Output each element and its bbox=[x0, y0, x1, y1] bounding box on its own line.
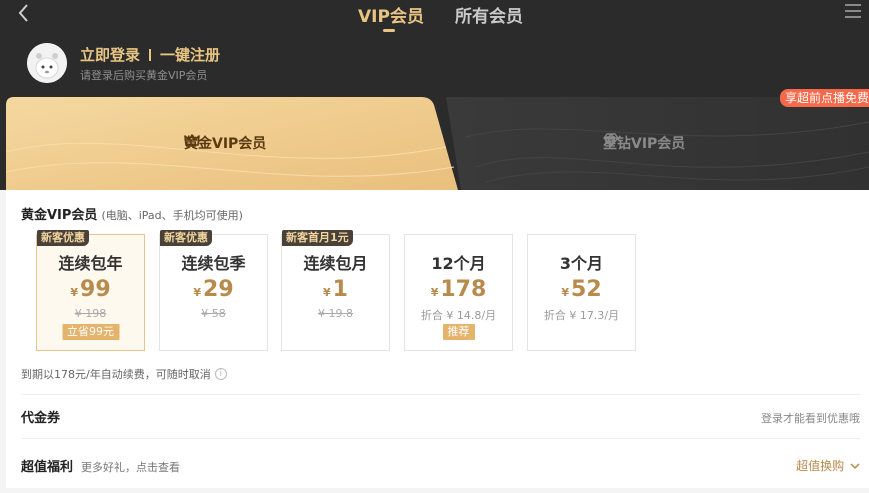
package-name: 3个月 bbox=[559, 254, 604, 273]
package-price-value: 99 bbox=[80, 277, 111, 302]
auto-renew-note-text: 到期以178元/年自动续费，可随时取消 bbox=[21, 368, 211, 381]
header: VIP会员 所有会员 立即登录 一键注册 请登录后购买黄金VIP会员 享超前点播免… bbox=[0, 0, 869, 190]
promo-badge[interactable]: 享超前点播免费 bbox=[780, 89, 869, 107]
tab-vip-member[interactable]: VIP会员 bbox=[358, 2, 424, 27]
divider bbox=[21, 394, 860, 395]
package-price-value: 178 bbox=[440, 277, 487, 302]
back-button[interactable] bbox=[14, 2, 34, 24]
package-price: ¥178 bbox=[405, 277, 512, 302]
member-tab-gold-vip[interactable]: 黄金VIP会员 bbox=[184, 133, 266, 153]
package-badge: 立省99元 bbox=[62, 324, 119, 340]
crown-icon bbox=[184, 134, 200, 146]
login-link[interactable]: 立即登录 bbox=[80, 46, 140, 64]
package-original-price: ¥ 58 bbox=[201, 307, 226, 320]
currency-symbol: ¥ bbox=[193, 286, 202, 299]
currency-symbol: ¥ bbox=[430, 286, 439, 299]
benefits-more-link[interactable]: 更多好礼，点击查看 bbox=[81, 461, 180, 474]
package-card-quarterly-auto[interactable]: 新客优惠 连续包季 ¥29 ¥ 58 bbox=[159, 230, 268, 351]
package-card-12-months[interactable]: 12个月 ¥178 折合 ¥ 14.8/月 推荐 bbox=[404, 234, 513, 351]
package-original-price: ¥ 19.8 bbox=[318, 307, 353, 320]
benefits-label: 超值福利 bbox=[21, 460, 74, 475]
chevron-down-icon bbox=[850, 463, 860, 470]
login-hint: 请登录后购买黄金VIP会员 bbox=[80, 69, 208, 82]
avatar[interactable] bbox=[27, 43, 67, 83]
package-tag: 新客首月1元 bbox=[282, 230, 353, 246]
package-price-value: 1 bbox=[332, 277, 348, 302]
package-tag: 新客优惠 bbox=[160, 230, 212, 246]
member-tab-star-vip[interactable]: 星钻VIP会员 bbox=[603, 133, 685, 153]
purchase-panel: 黄金VIP会员 (电脑、iPad、手机均可使用) 新客优惠 连续包年 ¥99 ¥ … bbox=[6, 190, 869, 488]
diamond-icon bbox=[603, 133, 619, 147]
package-card-monthly-auto[interactable]: 新客首月1元 连续包月 ¥1 ¥ 19.8 bbox=[281, 230, 390, 351]
member-type-tabs: 黄金VIP会员 星钻VIP会员 bbox=[6, 97, 869, 190]
login-separator bbox=[149, 49, 152, 61]
package-tag: 新客优惠 bbox=[37, 230, 89, 246]
package-original-price: ¥ 198 bbox=[74, 307, 107, 320]
menu-icon[interactable] bbox=[845, 4, 861, 18]
avatar-deer-icon bbox=[27, 43, 67, 83]
auto-renew-note: 到期以178元/年自动续费，可随时取消 i bbox=[21, 366, 227, 382]
member-tabs-background bbox=[6, 97, 869, 190]
package-price: ¥1 bbox=[282, 277, 389, 302]
chevron-left-icon bbox=[18, 4, 28, 22]
package-badge: 推荐 bbox=[442, 324, 475, 340]
package-card-annual-auto[interactable]: 新客优惠 连续包年 ¥99 ¥ 198 立省99元 bbox=[36, 230, 145, 351]
register-link[interactable]: 一键注册 bbox=[160, 46, 220, 64]
package-price: ¥99 bbox=[37, 277, 144, 302]
info-icon[interactable]: i bbox=[214, 368, 227, 380]
active-tab-indicator bbox=[383, 29, 395, 32]
section-title-text: 黄金VIP会员 bbox=[21, 208, 98, 223]
package-card-3-months[interactable]: 3个月 ¥52 折合 ¥ 17.3/月 bbox=[527, 234, 636, 351]
coupon-label: 代金券 bbox=[21, 411, 61, 426]
package-name: 连续包季 bbox=[181, 254, 246, 273]
benefits-row: 超值福利 更多好礼，点击查看 bbox=[21, 456, 180, 475]
exchange-dropdown[interactable]: 超值换购 bbox=[796, 457, 860, 474]
divider bbox=[21, 438, 860, 439]
package-price-value: 52 bbox=[571, 277, 602, 302]
package-name: 连续包年 bbox=[58, 254, 123, 273]
package-name: 连续包月 bbox=[303, 254, 368, 273]
section-title: 黄金VIP会员 (电脑、iPad、手机均可使用) bbox=[21, 204, 243, 223]
tab-all-members[interactable]: 所有会员 bbox=[455, 2, 523, 27]
package-name: 12个月 bbox=[431, 254, 486, 273]
currency-symbol: ¥ bbox=[323, 286, 331, 299]
package-price: ¥29 bbox=[160, 277, 267, 302]
package-price: ¥52 bbox=[528, 277, 635, 302]
currency-symbol: ¥ bbox=[561, 286, 570, 299]
package-monthly-average: 折合 ¥ 14.8/月 bbox=[420, 309, 497, 322]
package-price-value: 29 bbox=[203, 277, 234, 302]
coupon-login-hint[interactable]: 登录才能看到优惠哦 bbox=[761, 410, 860, 426]
login-links: 立即登录 一键注册 bbox=[80, 44, 220, 65]
section-note: (电脑、iPad、手机均可使用) bbox=[101, 209, 243, 222]
package-monthly-average: 折合 ¥ 17.3/月 bbox=[543, 309, 620, 322]
currency-symbol: ¥ bbox=[70, 286, 79, 299]
exchange-dropdown-label: 超值换购 bbox=[796, 459, 845, 473]
